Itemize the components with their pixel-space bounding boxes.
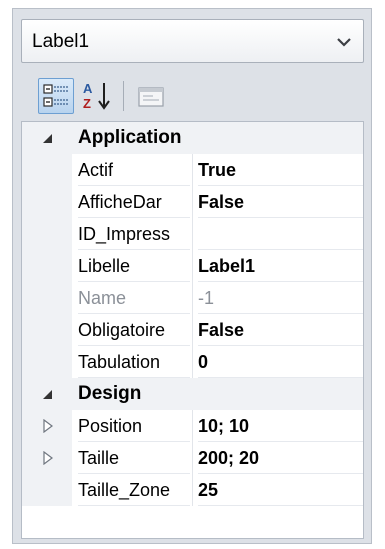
property-row-taille-zone[interactable]: Taille_Zone 25	[22, 474, 363, 506]
svg-text:Z: Z	[83, 96, 91, 111]
collapse-triangle-icon[interactable]	[41, 388, 53, 400]
property-value[interactable]: 10; 10	[198, 410, 363, 442]
property-name: Taille	[78, 442, 190, 474]
category-label: Application	[78, 127, 182, 148]
property-row-actif[interactable]: Actif True	[22, 154, 363, 186]
property-value[interactable]: 200; 20	[198, 442, 363, 474]
property-toolbar: A Z	[21, 73, 364, 115]
category-label: Design	[78, 383, 142, 404]
property-value[interactable]: False	[198, 186, 363, 218]
property-value[interactable]: False	[198, 314, 363, 346]
category-design[interactable]: Design	[22, 378, 363, 410]
property-name: Position	[78, 410, 190, 442]
property-value: -1	[198, 282, 363, 314]
property-name: Name	[78, 282, 190, 314]
expand-triangle-icon[interactable]	[42, 419, 54, 433]
property-name: AfficheDar	[78, 186, 190, 218]
property-value[interactable]: Label1	[198, 250, 363, 282]
property-pages-button[interactable]	[133, 78, 169, 114]
property-value[interactable]: 25	[198, 474, 363, 506]
property-value[interactable]: 0	[198, 346, 363, 378]
alphabetical-sort-icon: A Z	[83, 81, 110, 111]
chevron-down-icon	[337, 38, 351, 47]
categorized-view-icon	[43, 84, 68, 107]
properties-panel: Label1 A Z Application Actif True Affich…	[12, 8, 372, 544]
property-grid: Application Actif True AfficheDar False …	[21, 121, 364, 539]
property-row-id-impress[interactable]: ID_Impress	[22, 218, 363, 250]
expand-triangle-icon[interactable]	[42, 451, 54, 465]
toolbar-separator	[123, 81, 124, 111]
property-row-obligatoire[interactable]: Obligatoire False	[22, 314, 363, 346]
property-row-affichedar[interactable]: AfficheDar False	[22, 186, 363, 218]
property-row-position[interactable]: Position 10; 10	[22, 410, 363, 442]
property-value[interactable]: True	[198, 154, 363, 186]
property-pages-icon	[138, 87, 164, 107]
category-application[interactable]: Application	[22, 122, 363, 154]
svg-text:A: A	[83, 81, 93, 96]
property-name: Taille_Zone	[78, 474, 190, 506]
property-name: Libelle	[78, 250, 190, 282]
property-row-tabulation[interactable]: Tabulation 0	[22, 346, 363, 378]
property-name: ID_Impress	[78, 218, 190, 250]
categorized-view-button[interactable]	[38, 78, 74, 114]
property-name: Tabulation	[78, 346, 190, 378]
property-row-name[interactable]: Name -1	[22, 282, 363, 314]
property-name: Obligatoire	[78, 314, 190, 346]
property-value[interactable]	[198, 218, 363, 250]
property-row-taille[interactable]: Taille 200; 20	[22, 442, 363, 474]
object-selector-dropdown[interactable]: Label1	[21, 19, 364, 63]
collapse-triangle-icon[interactable]	[41, 132, 53, 144]
property-row-libelle[interactable]: Libelle Label1	[22, 250, 363, 282]
property-name: Actif	[78, 154, 190, 186]
object-selector-value: Label1	[32, 31, 90, 52]
alphabetical-sort-button[interactable]: A Z	[79, 78, 115, 114]
